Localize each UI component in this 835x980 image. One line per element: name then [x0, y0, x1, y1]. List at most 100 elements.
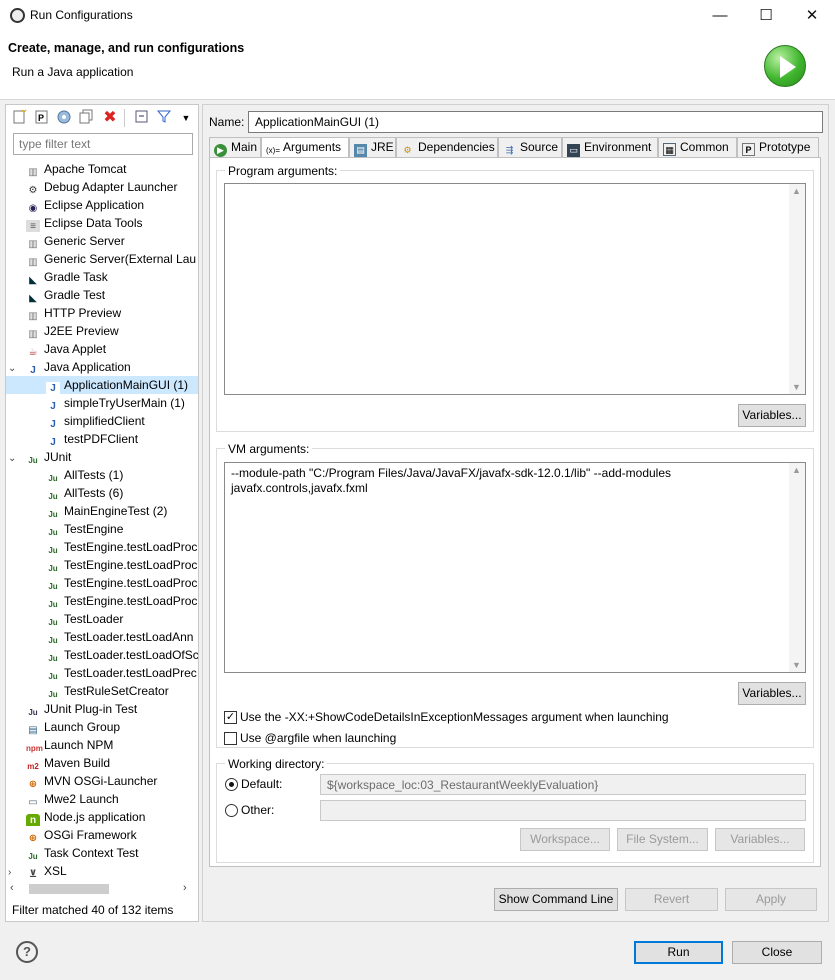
tree-item[interactable]: ⚙ Debug Adapter Launcher [6, 178, 198, 196]
tree-item[interactable]: ⌄ J Java Application [6, 358, 198, 376]
tree-item[interactable]: ⌄ Ju JUnit [6, 448, 198, 466]
tree-item[interactable]: Ju TestEngine.testLoadProc [6, 538, 198, 556]
tab-main[interactable]: ▶ Main [209, 137, 261, 158]
tree-item[interactable]: ▥ Apache Tomcat [6, 160, 198, 178]
tree-item[interactable]: ▤ Launch Group [6, 718, 198, 736]
other-radio[interactable] [225, 804, 238, 817]
tree-item[interactable]: ◣ Gradle Task [6, 268, 198, 286]
chevron-right-icon[interactable]: › [8, 864, 20, 880]
file-system-button[interactable]: File System... [617, 828, 708, 851]
tree-item[interactable]: ▭ Mwe2 Launch [6, 790, 198, 808]
working-directory-group: Working directory: Default: ${workspace_… [216, 757, 814, 863]
program-variables-button[interactable]: Variables... [738, 404, 806, 427]
name-field[interactable]: ApplicationMainGUI (1) [248, 111, 823, 133]
delete-icon[interactable]: ✖ [100, 109, 120, 127]
export-icon[interactable] [54, 109, 74, 127]
minimize-button[interactable]: — [697, 0, 743, 32]
tree-item[interactable]: Ju TestLoader.testLoadPrec [6, 664, 198, 682]
program-arguments-input[interactable]: ▲ ▼ [224, 183, 806, 395]
tree-item[interactable]: JsimpleTryUserMain (1) [6, 394, 198, 412]
tree-item[interactable]: ▥ Generic Server [6, 232, 198, 250]
duplicate-icon[interactable] [76, 109, 96, 127]
showcode-checkbox[interactable]: ✓ [224, 711, 237, 724]
tree-item[interactable]: ≡ Eclipse Data Tools [6, 214, 198, 232]
chevron-down-icon[interactable]: ⌄ [8, 360, 20, 376]
nodejs-icon: n [26, 814, 40, 826]
gradle-icon: ◣ [26, 292, 40, 304]
help-icon[interactable]: ? [16, 941, 38, 963]
tree-item[interactable]: Ju TestLoader.testLoadOfSc [6, 646, 198, 664]
gear-icon: ⚙ [26, 184, 40, 196]
junit-icon: Ju [46, 472, 60, 484]
tree-item[interactable]: ◣ Gradle Test [6, 286, 198, 304]
apply-button[interactable]: Apply [725, 888, 817, 911]
scroll-right-icon[interactable]: › [183, 882, 187, 894]
tree-item[interactable]: Ju TestLoader.testLoadAnn [6, 628, 198, 646]
collapse-all-icon[interactable] [132, 109, 152, 127]
vm-arguments-scrollbar[interactable]: ▲ ▼ [789, 463, 805, 672]
tree-item[interactable]: n Node.js application [6, 808, 198, 826]
tree-item[interactable]: ▥ Generic Server(External Lau [6, 250, 198, 268]
name-label: Name: [209, 115, 245, 129]
tree-item[interactable]: ▥ J2EE Preview [6, 322, 198, 340]
scroll-thumb[interactable] [29, 884, 109, 894]
run-button[interactable]: Run [634, 941, 723, 964]
tree-item[interactable]: Ju TestEngine [6, 520, 198, 538]
tab-strip: ▶ Main (x)= Arguments ▤ JRE ⚙ Dependencies ⇶… [209, 137, 819, 159]
filter-input[interactable]: type filter text [13, 133, 193, 155]
close-button[interactable]: Close [732, 941, 822, 964]
tree-item[interactable]: Ju Task Context Test [6, 844, 198, 862]
tree-item[interactable]: › ⊻ XSL [6, 862, 198, 880]
argfile-checkbox[interactable] [224, 732, 237, 745]
new-prototype-icon[interactable]: P [32, 109, 52, 127]
tree-item[interactable]: Ju AllTests (1) [6, 466, 198, 484]
tree-item-label: TestLoader.testLoadPrec [64, 666, 197, 680]
tree-horizontal-scrollbar[interactable]: ‹ › [7, 881, 197, 897]
new-config-icon[interactable] [10, 109, 30, 127]
tree-item[interactable]: npmLaunch NPM [6, 736, 198, 754]
tab-source[interactable]: ⇶ Source [498, 137, 562, 158]
tab-jre[interactable]: ▤ JRE [349, 137, 396, 158]
tree-item[interactable]: ⊕ OSGi Framework [6, 826, 198, 844]
tab-prototype[interactable]: P Prototype [737, 137, 819, 158]
program-arguments-scrollbar[interactable]: ▲ ▼ [789, 184, 805, 394]
tree-item[interactable]: Ju AllTests (6) [6, 484, 198, 502]
default-radio[interactable] [225, 778, 238, 791]
workdir-variables-button[interactable]: Variables... [715, 828, 805, 851]
vm-arguments-input[interactable]: --module-path "C:/Program Files/Java/Jav… [224, 462, 806, 673]
tree-item[interactable]: Ju JUnit Plug-in Test [6, 700, 198, 718]
show-command-line-button[interactable]: Show Command Line [494, 888, 618, 911]
vm-variables-button[interactable]: Variables... [738, 682, 806, 705]
server-icon: ▥ [26, 256, 40, 268]
scroll-left-icon[interactable]: ‹ [10, 882, 14, 894]
tree-item[interactable]: ▥ HTTP Preview [6, 304, 198, 322]
tree-item[interactable]: Ju TestLoader [6, 610, 198, 628]
revert-button[interactable]: Revert [625, 888, 718, 911]
workspace-button[interactable]: Workspace... [520, 828, 610, 851]
filter-icon[interactable] [154, 109, 174, 127]
tree-item-label: MainEngineTest (2) [64, 504, 168, 518]
tree-item[interactable]: Ju MainEngineTest (2) [6, 502, 198, 520]
close-window-button[interactable]: ✕ [789, 0, 835, 32]
working-directory-label: Working directory: [225, 757, 328, 771]
tree-item[interactable]: Ju TestRuleSetCreator [6, 682, 198, 700]
tab-dependencies[interactable]: ⚙ Dependencies [396, 137, 498, 158]
tree-item[interactable]: ◉ Eclipse Application [6, 196, 198, 214]
tree-item[interactable]: Ju TestEngine.testLoadProc [6, 592, 198, 610]
view-menu-icon[interactable]: ▼ [176, 109, 196, 127]
tree-item[interactable]: ⊕ MVN OSGi-Launcher [6, 772, 198, 790]
tab-arguments[interactable]: (x)= Arguments [261, 137, 349, 159]
tree-item[interactable]: m2 Maven Build [6, 754, 198, 772]
chevron-down-icon[interactable]: ⌄ [8, 450, 20, 466]
dialog-header: Create, manage, and run configurations R… [0, 32, 835, 100]
maximize-button[interactable]: ☐ [743, 0, 789, 32]
tree-item[interactable]: ☕ Java Applet [6, 340, 198, 358]
other-directory-field[interactable] [320, 800, 806, 821]
tab-common[interactable]: ▦ Common [658, 137, 737, 158]
tab-environment[interactable]: ▭ Environment [562, 137, 658, 158]
tree-item[interactable]: JtestPDFClient [6, 430, 198, 448]
tree-item[interactable]: Ju TestEngine.testLoadProc [6, 556, 198, 574]
tree-item[interactable]: Ju TestEngine.testLoadProc [6, 574, 198, 592]
tree-item[interactable]: J ApplicationMainGUI (1) [6, 376, 198, 394]
tree-item[interactable]: JsimplifiedClient [6, 412, 198, 430]
